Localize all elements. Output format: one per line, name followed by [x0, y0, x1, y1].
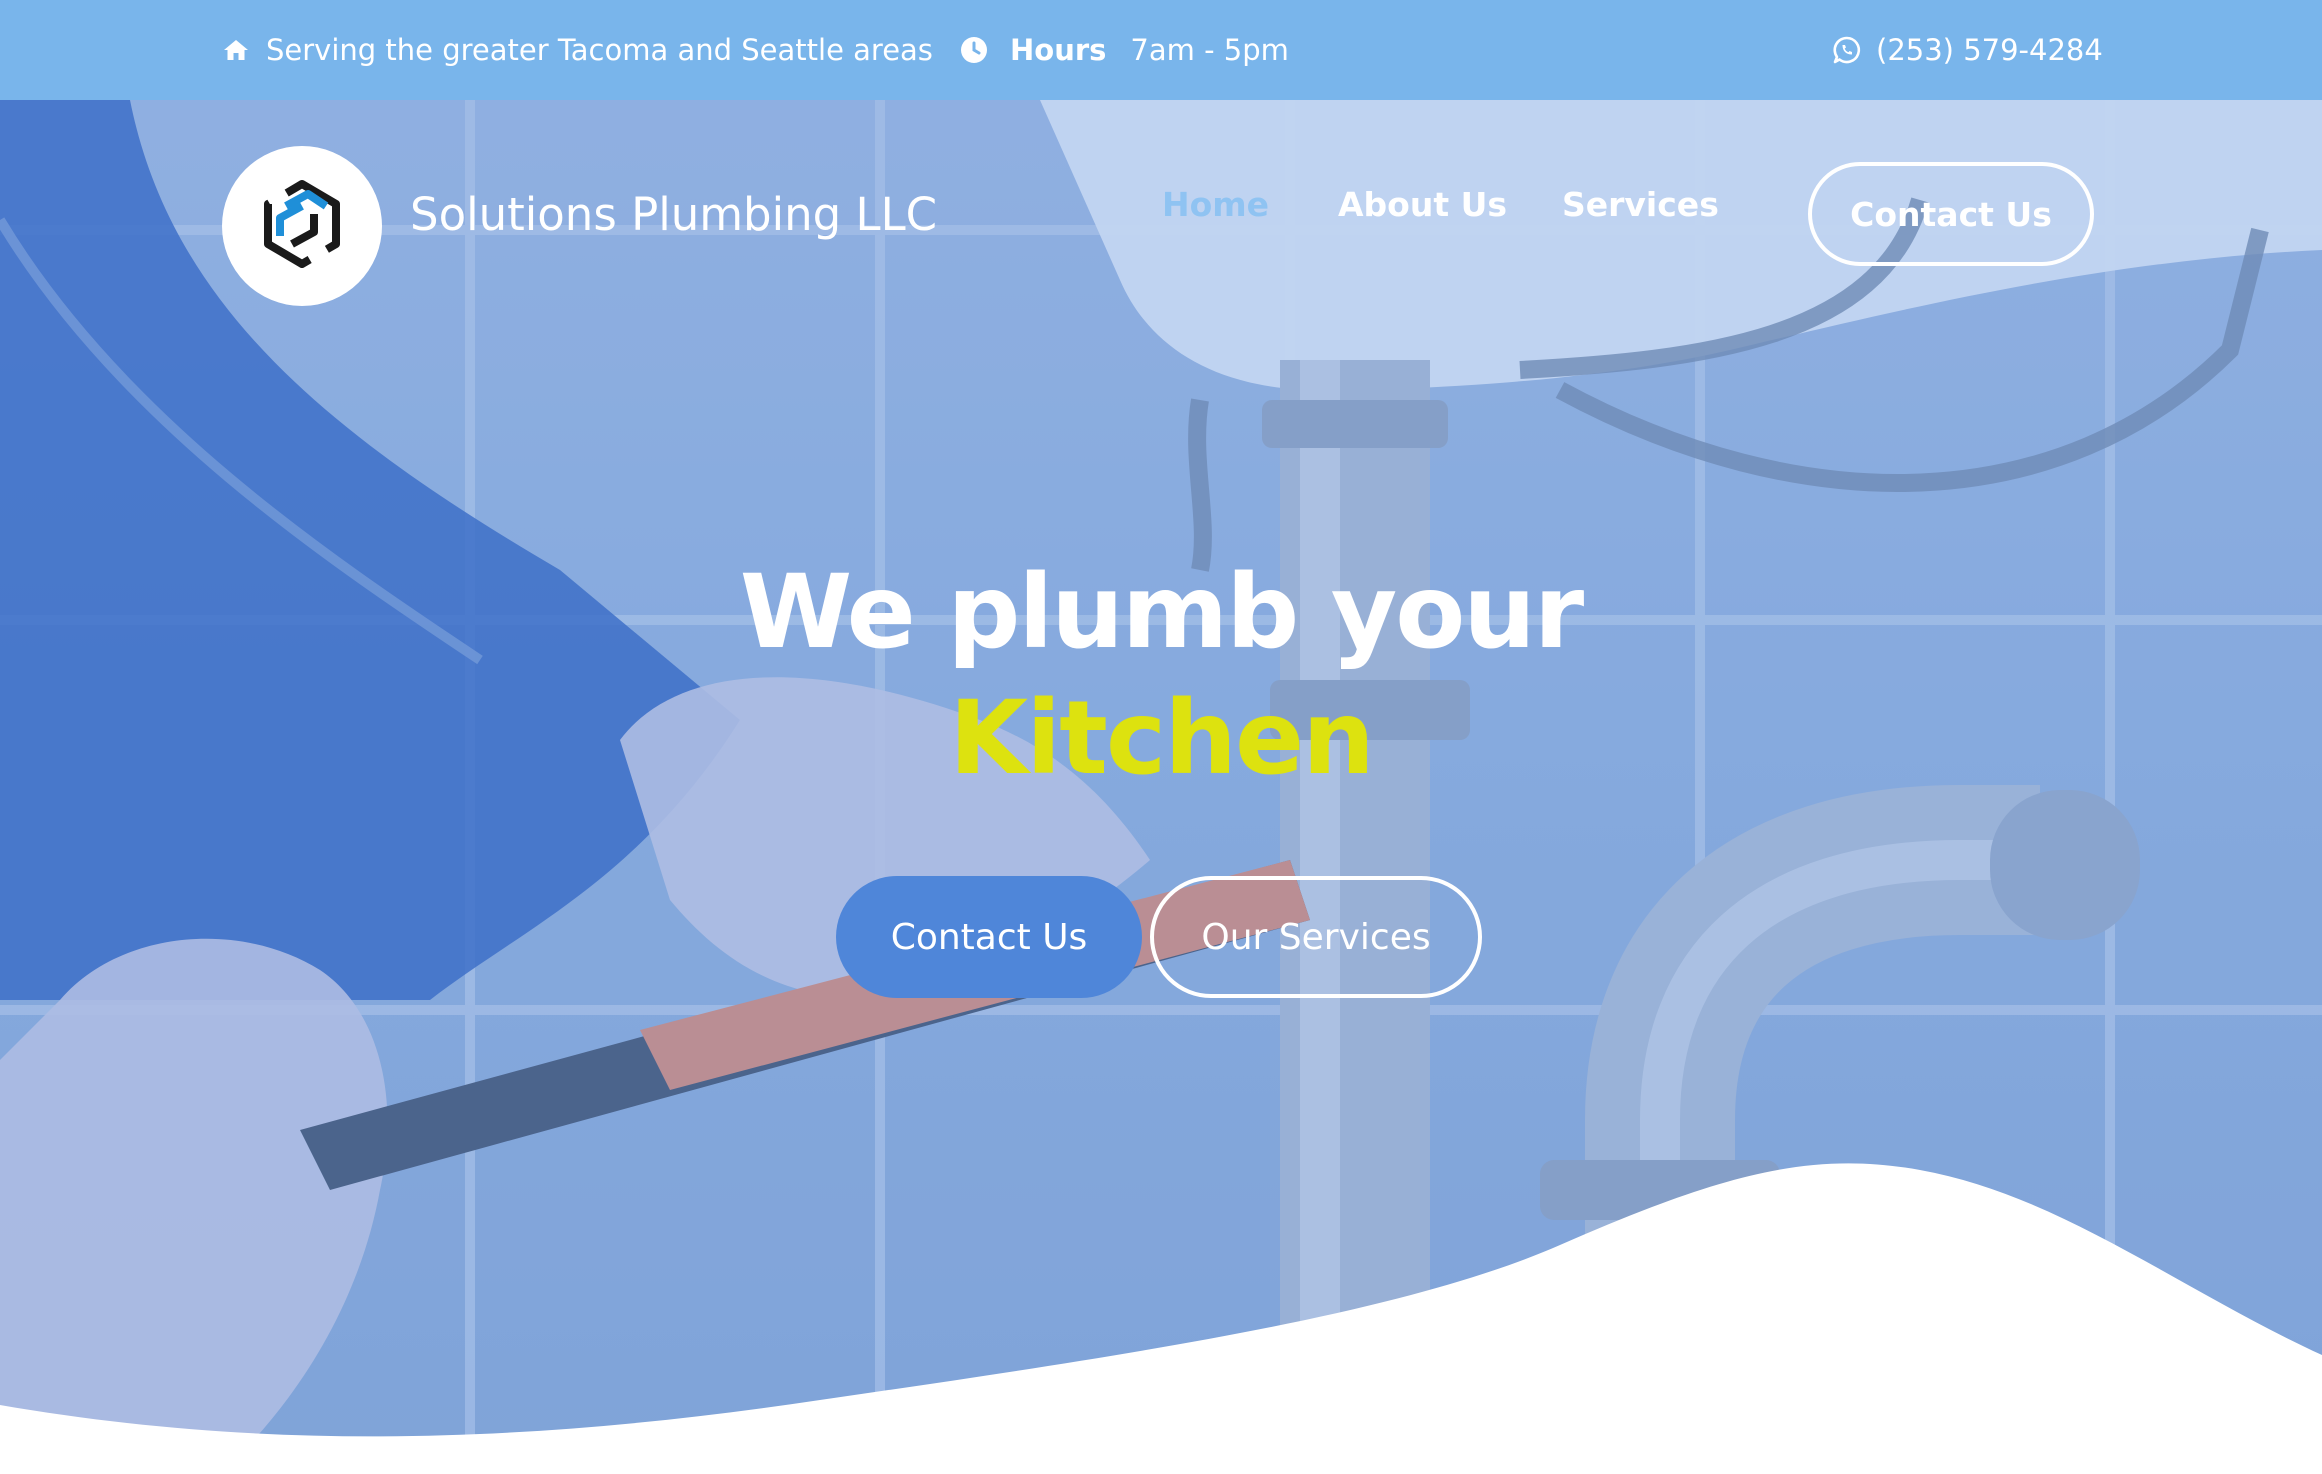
hero-section: Solutions Plumbing LLC Home About Us Ser… — [0, 100, 2322, 1474]
service-area-text: Serving the greater Tacoma and Seattle a… — [266, 33, 933, 67]
brand-name[interactable]: Solutions Plumbing LLC — [410, 192, 937, 237]
home-icon — [222, 38, 250, 62]
phone-link[interactable]: (253) 579-4284 — [1832, 0, 2103, 100]
nav-about-us[interactable]: About Us — [1338, 188, 1507, 221]
hours-label: Hours — [1010, 33, 1107, 67]
hero-headline: We plumb your — [739, 553, 1584, 672]
logo[interactable] — [222, 146, 382, 306]
hero-contact-button[interactable]: Contact Us — [836, 876, 1142, 998]
whatsapp-icon — [1832, 35, 1862, 65]
nav-home[interactable]: Home — [1162, 188, 1269, 221]
hexagon-logo-icon — [256, 178, 348, 274]
hours-value: 7am - 5pm — [1130, 33, 1289, 67]
clock-icon — [960, 36, 988, 64]
service-area: Serving the greater Tacoma and Seattle a… — [222, 0, 933, 100]
header-contact-button[interactable]: Contact Us — [1808, 162, 2094, 266]
nav-services[interactable]: Services — [1562, 188, 1719, 221]
phone-number: (253) 579-4284 — [1876, 33, 2103, 67]
hero-headline-highlight: Kitchen — [949, 679, 1375, 798]
business-hours: Hours 7am - 5pm — [960, 0, 1289, 100]
hero-services-button[interactable]: Our Services — [1150, 876, 1482, 998]
top-info-bar: Serving the greater Tacoma and Seattle a… — [0, 0, 2322, 100]
